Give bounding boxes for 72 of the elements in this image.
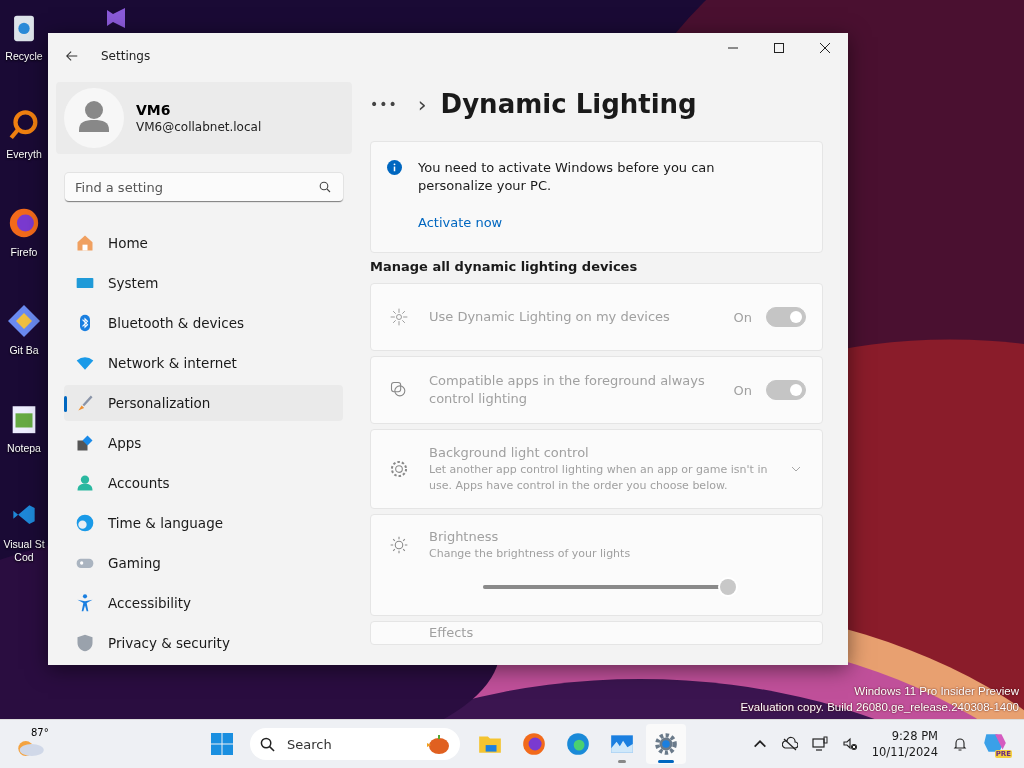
cloud-sun-icon <box>18 741 44 756</box>
window-title: Settings <box>101 49 151 63</box>
desktop-icon-label[interactable]: Visual St Cod <box>3 538 45 564</box>
nav-item[interactable]: Network & internet <box>64 345 343 381</box>
nav-item[interactable]: Gaming <box>64 545 343 581</box>
taskbar-search[interactable]: Search <box>250 728 460 760</box>
setting-icon <box>389 307 409 327</box>
browser-icon[interactable] <box>7 206 41 240</box>
nav-item[interactable]: Privacy & security <box>64 625 343 661</box>
nav-item[interactable]: Time & language <box>64 505 343 541</box>
profile-card[interactable]: VM6 VM6@collabnet.local <box>56 82 352 154</box>
nav-icon <box>75 233 95 253</box>
user-name: VM6 <box>136 102 172 118</box>
nav-item[interactable]: Home <box>64 225 343 261</box>
search-icon <box>260 736 275 752</box>
avatar-icon <box>64 88 124 148</box>
toggle-state-text: On <box>733 382 752 398</box>
weather-widget[interactable]: 87° <box>18 727 58 761</box>
more-breadcrumb[interactable]: ••• <box>370 96 398 112</box>
setting-title: Brightness <box>429 528 500 546</box>
search-icon <box>319 181 331 193</box>
app-icon[interactable] <box>104 6 128 30</box>
setting-title: Use Dynamic Lighting on my devices <box>429 308 671 326</box>
setting-description: Let another app control lighting when an app or game isn't in use. Apps have control in the order you choose below. <box>429 462 769 494</box>
setting-title: Effects <box>429 624 475 642</box>
bell-icon[interactable] <box>952 736 968 752</box>
setting-icon <box>389 535 409 555</box>
selection-indicator <box>64 396 67 412</box>
desktop-icon-label[interactable]: Firefo <box>10 246 38 259</box>
setting-title: Compatible apps in the foreground always control lighting <box>429 372 706 408</box>
close-icon <box>820 43 830 53</box>
cloud-icon[interactable] <box>781 736 798 752</box>
desktop-icon-label[interactable]: Everyth <box>6 148 42 161</box>
notice-text: You need to activate Windows before you can personalize your PC. <box>418 159 716 195</box>
maximize-icon <box>774 43 784 53</box>
nav-icon <box>75 633 95 653</box>
clock[interactable]: 9:28 PM 10/11/2024 <box>871 728 938 760</box>
setting-title: Background light control <box>429 444 590 462</box>
nav-icon <box>75 473 95 493</box>
desktop-icon-label[interactable]: Git Ba <box>9 344 39 357</box>
setting-description: Change the brightness of your lights <box>429 546 632 562</box>
nav-item[interactable]: Accessibility <box>64 585 343 621</box>
running-indicator <box>618 760 626 763</box>
info-icon <box>387 160 402 175</box>
setting-icon <box>389 459 409 479</box>
gear-icon <box>653 731 679 757</box>
browser-icon <box>521 731 547 757</box>
pumpkin-icon <box>426 732 450 756</box>
nav-item[interactable]: System <box>64 265 343 301</box>
section-heading: Manage all dynamic lighting devices <box>370 259 639 274</box>
toggle-state-text: On <box>733 309 752 325</box>
page-title: Dynamic Lighting <box>440 89 697 119</box>
user-email: VM6@collabnet.local <box>136 120 262 134</box>
nav-icon <box>75 513 95 533</box>
nav-item[interactable]: Bluetooth & devices <box>64 305 343 341</box>
speaker-muted-icon[interactable] <box>841 736 858 752</box>
network-icon[interactable] <box>811 736 828 752</box>
nav-item[interactable]: Personalization <box>64 385 343 421</box>
nav-item[interactable]: Accounts <box>64 465 343 501</box>
desktop-icon-label[interactable]: Recycle <box>5 50 43 63</box>
browser-icon <box>565 731 591 757</box>
activate-link[interactable]: Activate now <box>418 214 503 232</box>
watermark-text: Evaluation copy. Build 26080.ge_release.240308-1400 <box>740 700 1019 715</box>
desktop-icon-label[interactable]: Notepa <box>7 442 41 455</box>
start-icon[interactable] <box>210 732 234 756</box>
taskbar-app[interactable] <box>646 724 686 764</box>
search-field[interactable]: Find a setting <box>65 173 343 202</box>
breadcrumb-separator: › <box>417 91 427 117</box>
back-arrow-icon[interactable] <box>65 49 79 63</box>
running-indicator <box>658 760 674 763</box>
nav-item[interactable]: Apps <box>64 425 343 461</box>
nav-icon <box>75 433 95 453</box>
